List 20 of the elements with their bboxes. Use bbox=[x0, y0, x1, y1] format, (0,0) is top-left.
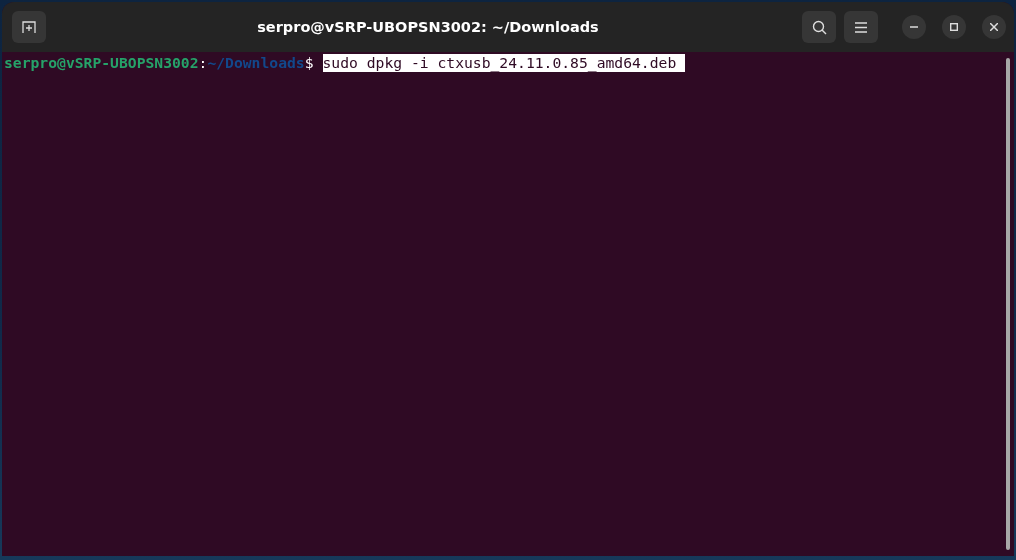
maximize-icon bbox=[950, 23, 958, 31]
command-text: sudo dpkg -i ctxusb_24.11.0.85_amd64.deb bbox=[322, 54, 686, 72]
new-tab-icon bbox=[22, 20, 36, 34]
user-host: serpro@vSRP-UBOPSN3002 bbox=[4, 54, 199, 72]
window-title: serpro@vSRP-UBOPSN3002: ~/Downloads bbox=[256, 19, 600, 35]
scrollbar-thumb[interactable] bbox=[1006, 58, 1010, 550]
separator: : bbox=[198, 54, 208, 72]
close-icon bbox=[990, 23, 998, 31]
search-button[interactable] bbox=[802, 11, 836, 43]
menu-icon bbox=[855, 21, 867, 33]
minimize-icon bbox=[910, 26, 918, 28]
close-button[interactable] bbox=[982, 15, 1006, 39]
minimize-button[interactable] bbox=[902, 15, 926, 39]
prompt-symbol: $ bbox=[304, 54, 314, 72]
menu-button[interactable] bbox=[844, 11, 878, 43]
terminal-area[interactable]: serpro@vSRP-UBOPSN3002:~/Downloads$ sudo dpkg -i ctxusb_24.11.0.85_amd64.deb bbox=[2, 52, 1002, 556]
search-icon bbox=[811, 19, 827, 35]
new-tab-button[interactable] bbox=[12, 11, 46, 43]
maximize-button[interactable] bbox=[942, 15, 966, 39]
current-path: ~/Downloads bbox=[207, 54, 305, 72]
